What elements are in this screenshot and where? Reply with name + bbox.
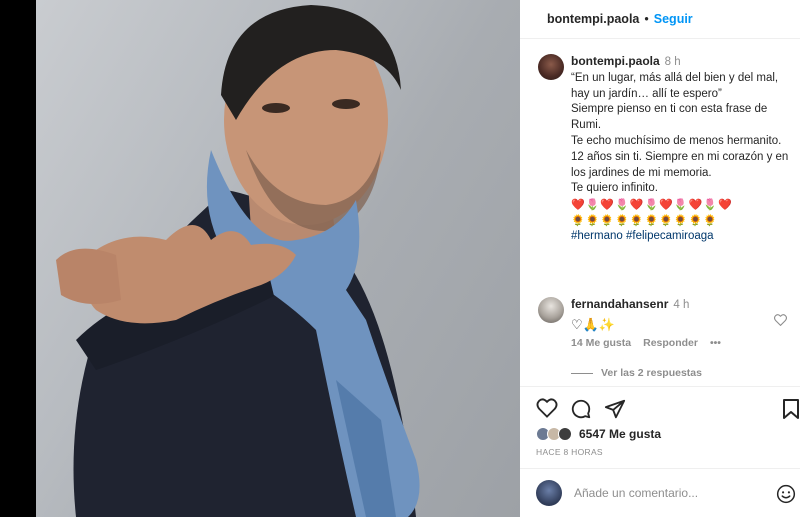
comment-box-divider <box>520 468 800 469</box>
comment-item: fernandahansenr 4 h ♡🙏✨ <box>571 297 799 333</box>
post-header: bontempi.paola • Seguir <box>520 0 800 38</box>
caption-line-5: Te quiero infinito. <box>571 182 658 195</box>
replies-line <box>571 372 593 374</box>
view-replies-link[interactable]: Ver las 2 respuestas <box>571 367 702 379</box>
photo-illustration <box>56 5 420 517</box>
comment-like-icon[interactable] <box>774 314 787 329</box>
caption-line-4: 12 años sin ti. Siempre en mi corazón y … <box>571 150 789 179</box>
comment-icon[interactable] <box>570 398 592 425</box>
post-photo[interactable] <box>36 0 520 517</box>
post-side-panel: bontempi.paola • Seguir bontempi.paola 8 … <box>520 0 800 517</box>
caption-emoji-row-1: ❤️🌷❤️🌷❤️🌷❤️🌷❤️🌷❤️ <box>571 199 733 212</box>
comment-body: ♡🙏✨ <box>571 317 616 332</box>
likes-row[interactable]: 6547 Me gusta <box>536 427 661 441</box>
comment-likes[interactable]: 14 Me gusta <box>571 337 631 349</box>
post-caption: bontempi.paola 8 h “En un lugar, más allá… <box>571 54 799 245</box>
post-actions <box>536 398 626 425</box>
smiley-icon[interactable] <box>776 484 796 507</box>
comment-time: 4 h <box>673 299 690 311</box>
post-timestamp: HACE 8 HORAS <box>536 447 603 457</box>
actions-divider <box>520 386 800 387</box>
caption-hashtags[interactable]: #hermano #felipecamiroaga <box>571 229 799 245</box>
reply-button[interactable]: Responder <box>643 337 698 349</box>
bookmark-icon[interactable] <box>782 398 800 425</box>
commenter-avatar[interactable] <box>538 297 564 323</box>
caption-time: 8 h <box>664 56 681 68</box>
comment-more-icon[interactable]: ••• <box>710 337 721 349</box>
follow-button[interactable]: Seguir <box>654 12 693 26</box>
heart-icon[interactable] <box>536 398 558 425</box>
header-divider <box>520 38 800 39</box>
likes-count[interactable]: 6547 Me gusta <box>579 427 661 441</box>
caption-avatar[interactable] <box>538 54 564 80</box>
share-icon[interactable] <box>604 398 626 425</box>
caption-line-1: “En un lugar, más allá del bien y del ma… <box>571 71 779 100</box>
caption-line-3: Te echo muchísimo de menos hermanito. <box>571 134 782 147</box>
comment-input[interactable]: Añade un comentario... <box>574 486 698 500</box>
caption-author[interactable]: bontempi.paola <box>571 54 660 68</box>
caption-emoji-row-2: 🌻🌻🌻🌻🌻🌻🌻🌻🌻🌻 <box>571 215 718 228</box>
current-user-avatar <box>536 480 562 506</box>
view-replies-label[interactable]: Ver las 2 respuestas <box>601 367 702 379</box>
liker-avatar <box>558 427 572 441</box>
add-comment-bar: Añade un comentario... <box>536 480 800 506</box>
comment-meta: 14 Me gusta Responder ••• <box>571 337 721 349</box>
author-username[interactable]: bontempi.paola <box>547 12 639 26</box>
caption-line-2: Siempre pienso en ti con esta frase de R… <box>571 103 768 132</box>
header-separator: • <box>644 12 649 26</box>
comment-author[interactable]: fernandahansenr <box>571 297 668 311</box>
